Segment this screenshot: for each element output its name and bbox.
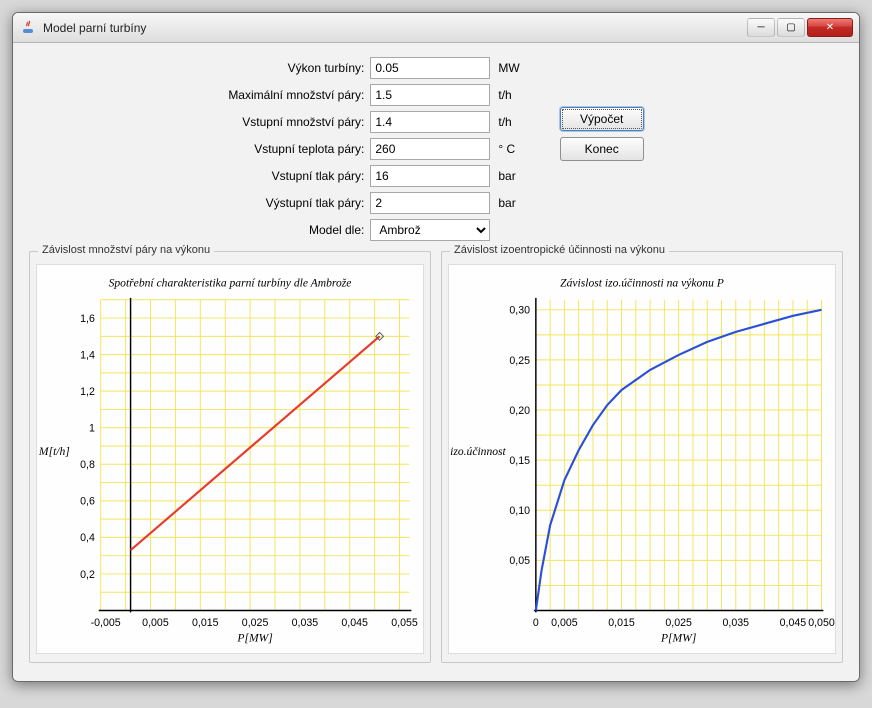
chart-right: 0,05 0,10 0,15 0,20 0,25 0,30 0 0,005 0,015 0,025… <box>448 264 836 654</box>
groupbox-left: Závislost množství páry na výkonu 0,20,4… <box>29 251 431 663</box>
svg-text:0,2: 0,2 <box>80 569 95 581</box>
svg-text:0,20: 0,20 <box>509 405 530 417</box>
svg-text:0,025: 0,025 <box>242 617 269 629</box>
label-vstup-mnozstvi: Vstupní množství páry: <box>228 115 364 129</box>
window-title: Model parní turbíny <box>43 21 146 35</box>
unit-vstup-mnozstvi: t/h <box>496 115 519 129</box>
close-button[interactable]: ✕ <box>807 18 853 37</box>
svg-text:izo.účinnost: izo.účinnost <box>450 445 506 458</box>
input-vykon[interactable] <box>370 57 490 79</box>
svg-text:0: 0 <box>533 617 539 629</box>
svg-text:-0,005: -0,005 <box>91 617 121 629</box>
svg-text:Závislost izo.účinnosti na výk: Závislost izo.účinnosti na výkonu P <box>560 276 724 289</box>
groupbox-right: Závislost izoentropické účinnosti na výk… <box>441 251 843 663</box>
svg-text:0,05: 0,05 <box>509 555 530 567</box>
svg-text:0,050: 0,050 <box>808 617 835 629</box>
chart-right-svg: 0,05 0,10 0,15 0,20 0,25 0,30 0 0,005 0,015 0,025… <box>449 265 835 653</box>
groupbox-right-title: Závislost izoentropické účinnosti na výk… <box>450 244 669 256</box>
svg-text:0,10: 0,10 <box>509 505 530 517</box>
app-window: Model parní turbíny ─ ▢ ✕ Výkon turbíny:… <box>12 12 860 682</box>
window-titlebar: Model parní turbíny ─ ▢ ✕ <box>13 13 859 43</box>
form-area: Výkon turbíny: MW Maximální množství pár… <box>29 57 843 241</box>
svg-text:0,035: 0,035 <box>292 617 319 629</box>
unit-vykon: MW <box>496 61 519 75</box>
unit-vstup-teplota: ° C <box>496 142 519 156</box>
svg-text:0,015: 0,015 <box>608 617 635 629</box>
svg-text:0,30: 0,30 <box>509 305 530 317</box>
svg-text:0,005: 0,005 <box>142 617 169 629</box>
select-model[interactable]: Ambrož <box>370 219 490 241</box>
label-vystup-tlak: Výstupní tlak páry: <box>228 196 364 210</box>
svg-text:0,025: 0,025 <box>665 617 692 629</box>
label-model: Model dle: <box>228 223 364 237</box>
window-controls: ─ ▢ ✕ <box>747 18 853 37</box>
svg-text:1: 1 <box>89 423 95 435</box>
input-vystup-tlak[interactable] <box>370 192 490 214</box>
client-area: Výkon turbíny: MW Maximální množství pár… <box>13 43 859 681</box>
svg-text:0,035: 0,035 <box>723 617 750 629</box>
svg-text:0,015: 0,015 <box>192 617 219 629</box>
unit-vstup-tlak: bar <box>496 169 519 183</box>
input-vstup-mnozstvi[interactable] <box>370 111 490 133</box>
label-vykon: Výkon turbíny: <box>228 61 364 75</box>
svg-text:Spotřební charakteristika parn: Spotřební charakteristika parní turbíny … <box>109 276 352 289</box>
charts-row: Závislost množství páry na výkonu 0,20,4… <box>29 251 843 663</box>
input-max-mnozstvi[interactable] <box>370 84 490 106</box>
svg-text:1,2: 1,2 <box>80 386 95 398</box>
unit-max-mnozstvi: t/h <box>496 88 519 102</box>
svg-text:1,6: 1,6 <box>80 313 95 325</box>
svg-text:0,6: 0,6 <box>80 496 95 508</box>
minimize-button[interactable]: ─ <box>747 18 775 37</box>
unit-vystup-tlak: bar <box>496 196 519 210</box>
chart-left: 0,2 0,4 0,6 0,8 1 1,2 1,4 1,6 -0,005 0,005 0,015 0,… <box>36 264 424 654</box>
svg-text:0,8: 0,8 <box>80 459 95 471</box>
quit-button[interactable]: Konec <box>560 137 644 161</box>
svg-text:1,4: 1,4 <box>80 349 95 361</box>
svg-text:P[MW]: P[MW] <box>660 631 696 644</box>
svg-text:0,005: 0,005 <box>551 617 578 629</box>
chart-left-svg: 0,2 0,4 0,6 0,8 1 1,2 1,4 1,6 -0,005 0,005 0,015 0,… <box>37 265 423 653</box>
svg-text:P[MW]: P[MW] <box>236 631 272 644</box>
svg-text:0,15: 0,15 <box>509 455 530 467</box>
input-grid: Výkon turbíny: MW Maximální množství pár… <box>228 57 519 241</box>
input-vstup-teplota[interactable] <box>370 138 490 160</box>
groupbox-left-title: Závislost množství páry na výkonu <box>38 244 214 256</box>
input-vstup-tlak[interactable] <box>370 165 490 187</box>
svg-text:0,045: 0,045 <box>341 617 368 629</box>
label-vstup-tlak: Vstupní tlak páry: <box>228 169 364 183</box>
label-max-mnozstvi: Maximální množství páry: <box>228 88 364 102</box>
side-buttons: Výpočet Konec <box>560 107 644 161</box>
svg-text:0,4: 0,4 <box>80 532 95 544</box>
svg-text:0,25: 0,25 <box>509 355 530 367</box>
maximize-button[interactable]: ▢ <box>777 18 805 37</box>
svg-text:0,055: 0,055 <box>391 617 418 629</box>
compute-button[interactable]: Výpočet <box>560 107 644 131</box>
svg-text:M[t/h]: M[t/h] <box>38 445 70 458</box>
svg-text:0,045: 0,045 <box>780 617 807 629</box>
label-vstup-teplota: Vstupní teplota páry: <box>228 142 364 156</box>
java-icon <box>21 20 37 36</box>
